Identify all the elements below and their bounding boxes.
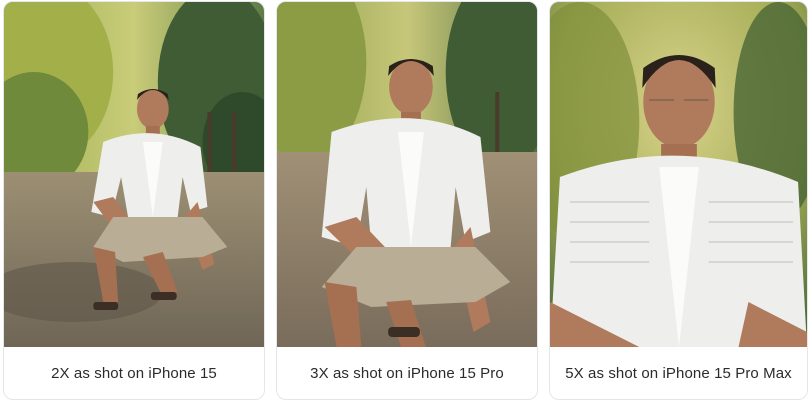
portrait-image [550,2,807,347]
photo-caption: 5X as shot on iPhone 15 Pro Max [565,364,792,382]
portrait-image [4,2,264,347]
photo-card-2x[interactable]: 2X as shot on iPhone 15 [3,1,265,400]
photo-2x-iphone-15 [4,2,264,347]
photo-card-5x[interactable]: 5X as shot on iPhone 15 Pro Max [549,1,808,400]
photo-3x-iphone-15-pro [277,2,537,347]
photo-card-3x[interactable]: 3X as shot on iPhone 15 Pro [276,1,538,400]
photo-5x-iphone-15-pro-max [550,2,807,347]
photo-comparison-gallery: 2X as shot on iPhone 15 3X as shot on iP… [0,0,810,402]
portrait-image [277,2,537,347]
photo-caption: 3X as shot on iPhone 15 Pro [310,364,504,382]
photo-caption: 2X as shot on iPhone 15 [51,364,217,382]
